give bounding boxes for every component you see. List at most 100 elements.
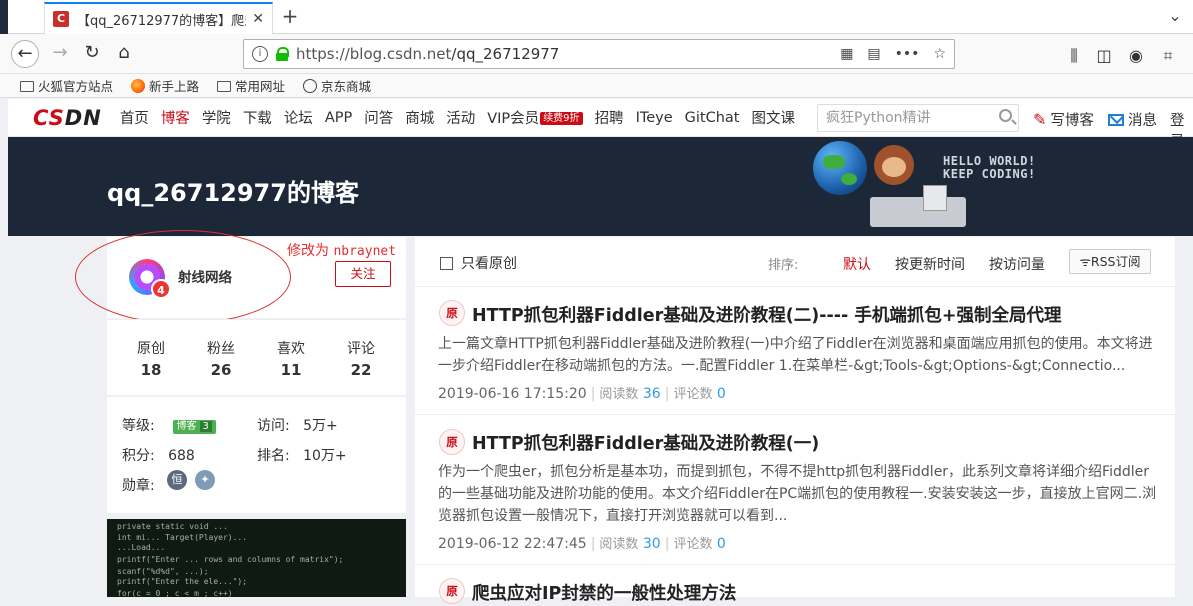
stat-value: 18 (140, 361, 162, 379)
new-tab-button[interactable]: + (278, 4, 302, 28)
bookmark-item[interactable]: 常用网址 (217, 76, 285, 95)
forward-button[interactable]: → (46, 40, 74, 68)
globe-icon (303, 78, 318, 93)
stat-label: 喜欢 (277, 341, 305, 357)
nav-item-mall[interactable]: 商城 (405, 107, 434, 128)
article-item[interactable]: 原 HTTP抓包利器Fiddler基础及进阶教程(二)---- 手机端抓包+强制… (415, 288, 1175, 415)
hello-line: KEEP CODING! (943, 167, 1036, 181)
sidebar-icon[interactable]: ◫ (1094, 46, 1114, 65)
grade-medals: 勋章: (122, 478, 155, 494)
article-title[interactable]: 爬虫应对IP封禁的一般性处理方法 (472, 580, 736, 605)
sort-by-update[interactable]: 按更新时间 (895, 254, 965, 274)
nav-item-jobs[interactable]: 招聘 (595, 107, 624, 128)
nav-item-download[interactable]: 下载 (243, 107, 272, 128)
window-edge (0, 0, 8, 34)
firefox-icon (131, 78, 146, 93)
search-icon[interactable] (999, 109, 1012, 122)
nav-item-events[interactable]: 活动 (446, 107, 475, 128)
annotation-circle (75, 230, 291, 324)
stat-comments[interactable]: 评论 22 (326, 338, 396, 379)
bookmark-label: 京东商城 (321, 79, 372, 94)
filter-bar: 只看原创 排序: 默认 按更新时间 按访问量 ᯤRSS订阅 (415, 237, 1175, 287)
qr-code-icon[interactable]: ▦ (840, 46, 853, 62)
nav-item-blog[interactable]: 博客 (161, 107, 190, 128)
blog-level-badge: 博客 3 (172, 420, 216, 434)
account-icon[interactable]: ◉ (1126, 46, 1146, 65)
article-item[interactable]: 原 HTTP抓包利器Fiddler基础及进阶教程(一) 作为一个爬虫er，抓包分… (415, 416, 1175, 565)
home-button[interactable]: ⌂ (110, 40, 138, 68)
vip-discount-badge: 续费9折 (540, 112, 583, 125)
original-tag: 原 (439, 300, 465, 326)
article-meta: 2019-06-16 17:15:20 | 阅读数 36 | 评论数 0 (438, 386, 726, 402)
messages-label: 消息 (1128, 113, 1157, 129)
bookmark-item[interactable]: 火狐官方站点 (20, 76, 113, 95)
bookmark-item[interactable]: 新手上路 (131, 76, 199, 95)
browser-tab-active[interactable]: C 【qq_26712977的博客】爬虫 ✕ (44, 2, 273, 34)
visits-value: 5万+ (303, 418, 338, 434)
annotation-prefix: 修改为 (287, 243, 334, 259)
bookmark-star-icon[interactable]: ☆ (933, 46, 946, 62)
grade-level-label: 等级: (122, 418, 155, 434)
close-tab-icon[interactable]: ✕ (252, 11, 264, 27)
nav-item-iteye[interactable]: ITeye (636, 110, 673, 126)
article-item[interactable]: 原 爬虫应对IP封禁的一般性处理方法 (415, 566, 1175, 606)
points-label: 积分: (122, 448, 155, 464)
nav-item-academy[interactable]: 学院 (202, 107, 231, 128)
vip-label: VIP会员 (487, 111, 540, 127)
stat-fans[interactable]: 粉丝 26 (186, 338, 256, 379)
only-original-toggle[interactable]: 只看原创 (440, 253, 517, 273)
csdn-logo[interactable]: CSDN (33, 106, 102, 130)
sort-default[interactable]: 默认 (843, 254, 871, 274)
nav-item-gitchat[interactable]: GitChat (685, 110, 740, 126)
page-actions-button[interactable]: ••• (895, 46, 920, 62)
monkey-illustration (874, 145, 914, 185)
globe-illustration (813, 141, 867, 195)
reload-button[interactable]: ↻ (78, 40, 106, 68)
hello-world-text: HELLO WORLD! KEEP CODING! (943, 155, 1036, 181)
stat-label: 评论 (347, 341, 375, 357)
nav-item-qa[interactable]: 问答 (364, 107, 393, 128)
article-title[interactable]: HTTP抓包利器Fiddler基础及进阶教程(一) (472, 430, 819, 455)
comments-label: 评论数 (673, 387, 713, 402)
grade-points: 积分: 688 (122, 445, 195, 465)
rss-button[interactable]: ᯤRSS订阅 (1069, 249, 1151, 274)
sort-label: 排序: (768, 258, 799, 273)
csdn-top-nav: CSDN 首页 博客 学院 下载 论坛 APP 问答 商城 活动 VIP会员 续费… (8, 99, 1193, 150)
nav-item-vip[interactable]: VIP会员 续费9折 (487, 107, 583, 128)
stat-original[interactable]: 原创 18 (116, 338, 186, 379)
nav-item-home[interactable]: 首页 (120, 107, 149, 128)
medal-persistence-icon[interactable]: 恒 (167, 470, 187, 490)
bookmark-item[interactable]: 京东商城 (303, 76, 371, 95)
nav-item-app[interactable]: APP (325, 110, 352, 126)
visits-label: 访问: (257, 418, 290, 434)
nav-item-courses[interactable]: 图文课 (752, 107, 796, 128)
browser-nav-bar: ← → ↻ ⌂ i https://blog.csdn.net/qq_26712… (0, 34, 1193, 74)
original-tag: 原 (439, 578, 465, 604)
computer-illustration (923, 185, 947, 211)
article-title[interactable]: HTTP抓包利器Fiddler基础及进阶教程(二)---- 手机端抓包+强制全局… (472, 302, 1062, 327)
csdn-favicon-icon: C (53, 11, 69, 27)
back-button[interactable]: ← (11, 40, 39, 68)
url-host: https://blog.csdn.net (296, 45, 452, 63)
stat-label: 原创 (137, 341, 165, 357)
site-search-input[interactable]: 疯狂Python精讲 (817, 104, 1019, 132)
original-tag: 原 (439, 429, 465, 455)
extensions-icon[interactable]: ⌗ (1158, 46, 1178, 66)
checkbox-icon[interactable] (440, 256, 453, 270)
article-summary: 上一篇文章HTTP抓包利器Fiddler基础及进阶教程(一)中介绍了Fiddle… (438, 336, 1153, 374)
follow-button[interactable]: 关注 (335, 261, 391, 287)
library-icon[interactable]: ⫼ (1064, 46, 1084, 66)
url-bar[interactable]: i https://blog.csdn.net/qq_26712977 ▦ ▤ … (243, 39, 955, 69)
site-info-icon[interactable]: i (252, 46, 268, 62)
medal-expert-icon[interactable]: ✦ (195, 470, 215, 490)
write-blog-button[interactable]: ✎ 写博客 (1033, 109, 1094, 130)
window-menu-icon[interactable]: ⌄ (1160, 6, 1190, 26)
messages-button[interactable]: 消息 (1108, 109, 1157, 130)
badge-num: 3 (199, 421, 212, 432)
sort-by-visits[interactable]: 按访问量 (989, 254, 1045, 274)
stat-likes[interactable]: 喜欢 11 (256, 338, 326, 379)
only-original-label: 只看原创 (461, 256, 517, 272)
nav-item-forum[interactable]: 论坛 (284, 107, 313, 128)
code-ad-image[interactable]: private static void ... int mi... Target… (107, 519, 406, 597)
reader-view-icon[interactable]: ▤ (867, 46, 880, 62)
